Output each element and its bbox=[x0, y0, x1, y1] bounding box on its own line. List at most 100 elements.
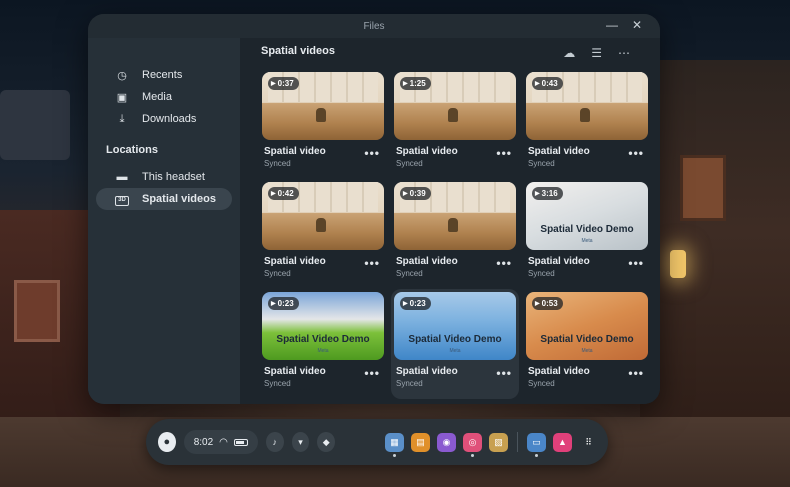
video-thumbnail: ▶ 0:53 Spatial Video Demo Meta bbox=[526, 292, 648, 360]
play-icon: ▶ bbox=[535, 301, 540, 307]
more-options-button[interactable]: ••• bbox=[496, 256, 512, 270]
taskbar: ● 8:02 ◠ ♪ ▾ ◆ ▦ ▤ ◉ ◎ ▧ ▭ ▲ ⠿ bbox=[146, 419, 608, 465]
play-icon: ▶ bbox=[403, 81, 408, 87]
video-card[interactable]: ▶ 0:37 Spatial video Synced ••• bbox=[262, 72, 384, 176]
thumbnail-overlay-brand: Meta bbox=[449, 348, 461, 354]
duration-badge: ▶ 0:43 bbox=[532, 77, 563, 90]
people-app-icon[interactable]: ◉ bbox=[437, 432, 457, 452]
camera-app-icon[interactable]: ◎ bbox=[463, 432, 483, 457]
thumbnail-overlay-brand: Meta bbox=[581, 238, 593, 244]
video-thumbnail: ▶ 0:23 Spatial Video Demo Meta bbox=[394, 292, 516, 360]
duration-badge: ▶ 1:25 bbox=[400, 77, 431, 90]
files-app-icon[interactable]: ▭ bbox=[527, 432, 547, 457]
video-status: Synced bbox=[396, 379, 423, 388]
duration-badge: ▶ 0:53 bbox=[532, 297, 563, 310]
video-title: Spatial video bbox=[396, 256, 458, 267]
video-title: Spatial video bbox=[396, 146, 458, 157]
sidebar-item-label: This headset bbox=[142, 171, 205, 183]
sidebar: ◷ Recents ▣ Media ⤓ Downloads Locations … bbox=[88, 38, 240, 404]
sidebar-item-recents[interactable]: ◷ Recents bbox=[96, 64, 232, 86]
thumbnail-overlay-title: Spatial Video Demo bbox=[408, 334, 502, 345]
minimize-icon[interactable]: — bbox=[606, 19, 618, 31]
video-thumbnail: ▶ 0:39 bbox=[394, 182, 516, 250]
sidebar-item-spatial-videos[interactable]: 3D Spatial videos bbox=[96, 188, 232, 210]
video-thumbnail: ▶ 0:23 Spatial Video Demo Meta bbox=[262, 292, 384, 360]
more-options-button[interactable]: ••• bbox=[364, 146, 380, 160]
video-card[interactable]: ▶ 0:53 Spatial Video Demo Meta Spatial vi… bbox=[526, 292, 648, 396]
close-icon[interactable]: ✕ bbox=[632, 19, 642, 31]
more-options-button[interactable]: ••• bbox=[364, 366, 380, 380]
sidebar-item-label: Spatial videos bbox=[142, 193, 216, 205]
play-icon: ▶ bbox=[403, 301, 408, 307]
sidebar-item-this-headset[interactable]: ▬ This headset bbox=[96, 166, 232, 188]
controller-icon[interactable]: ◆ bbox=[317, 432, 336, 452]
more-options-button[interactable]: ••• bbox=[628, 256, 644, 270]
video-title: Spatial video bbox=[528, 366, 590, 377]
photo-app-icon[interactable]: ▧ bbox=[489, 432, 509, 452]
shop-app-icon[interactable]: ▤ bbox=[411, 432, 431, 452]
locations-heading: Locations bbox=[106, 144, 158, 156]
sidebar-item-label: Media bbox=[142, 91, 172, 103]
title-bar[interactable]: Files — ✕ bbox=[88, 14, 660, 38]
video-thumbnail: ▶ 0:43 bbox=[526, 72, 648, 140]
background-tower bbox=[0, 90, 70, 160]
filter-icon[interactable]: ☰ bbox=[591, 46, 602, 60]
download-icon: ⤓ bbox=[119, 112, 125, 125]
share-icon[interactable]: ▾ bbox=[291, 432, 310, 452]
main-content: Spatial videos ☁ ☰ ⋯ ▶ 0:37 Spatial video… bbox=[240, 38, 660, 404]
files-window: Files — ✕ ◷ Recents ▣ Media ⤓ Downloads … bbox=[88, 14, 660, 404]
play-icon: ▶ bbox=[271, 191, 276, 197]
thumbnail-overlay-brand: Meta bbox=[581, 348, 593, 354]
video-title: Spatial video bbox=[396, 366, 458, 377]
duration-badge: ▶ 0:37 bbox=[268, 77, 299, 90]
duration-badge: ▶ 0:23 bbox=[268, 297, 299, 310]
video-title: Spatial video bbox=[528, 256, 590, 267]
more-options-button[interactable]: ••• bbox=[628, 366, 644, 380]
sidebar-item-downloads[interactable]: ⤓ Downloads bbox=[96, 108, 232, 130]
video-card[interactable]: ▶ 0:42 Spatial video Synced ••• bbox=[262, 182, 384, 286]
thumbnail-overlay-title: Spatial Video Demo bbox=[540, 334, 634, 345]
video-thumbnail: ▶ 0:42 bbox=[262, 182, 384, 250]
video-card[interactable]: ▶ 0:23 Spatial Video Demo Meta Spatial vi… bbox=[262, 292, 384, 396]
notifications-icon[interactable]: ♪ bbox=[265, 432, 284, 452]
video-status: Synced bbox=[396, 269, 423, 278]
battery-icon bbox=[233, 438, 248, 446]
window-title: Files bbox=[363, 20, 385, 32]
video-thumbnail: ▶ 3:16 Spatial Video Demo Meta bbox=[526, 182, 648, 250]
more-options-button[interactable]: ••• bbox=[496, 146, 512, 160]
more-options-button[interactable]: ••• bbox=[364, 256, 380, 270]
play-icon: ▶ bbox=[403, 191, 408, 197]
video-thumbnail: ▶ 0:37 bbox=[262, 72, 384, 140]
wifi-icon: ◠ bbox=[219, 436, 228, 448]
video-card[interactable]: ▶ 0:39 Spatial video Synced ••• bbox=[394, 182, 516, 286]
video-title: Spatial video bbox=[528, 146, 590, 157]
video-card[interactable]: ▶ 0:43 Spatial video Synced ••• bbox=[526, 72, 648, 176]
video-card[interactable]: ▶ 0:23 Spatial Video Demo Meta Spatial vi… bbox=[391, 289, 519, 399]
video-card[interactable]: ▶ 1:25 Spatial video Synced ••• bbox=[394, 72, 516, 176]
sidebar-item-label: Recents bbox=[142, 69, 183, 81]
spatial-video-icon: 3D bbox=[114, 192, 130, 206]
store-app-icon[interactable]: ▦ bbox=[385, 432, 405, 457]
more-options-icon[interactable]: ⋯ bbox=[618, 46, 630, 60]
games-app-icon[interactable]: ▲ bbox=[553, 432, 573, 452]
video-status: Synced bbox=[528, 379, 555, 388]
clock-icon: ◷ bbox=[117, 69, 127, 82]
dock-separator bbox=[517, 432, 519, 452]
avatar[interactable]: ● bbox=[158, 432, 176, 452]
video-status: Synced bbox=[264, 159, 291, 168]
play-icon: ▶ bbox=[271, 81, 276, 87]
video-status: Synced bbox=[264, 269, 291, 278]
clock-time: 8:02 bbox=[193, 436, 214, 448]
status-pill[interactable]: 8:02 ◠ bbox=[183, 430, 258, 454]
play-icon: ▶ bbox=[271, 301, 276, 307]
video-status: Synced bbox=[396, 159, 423, 168]
more-options-button[interactable]: ••• bbox=[628, 146, 644, 160]
duration-badge: ▶ 0:42 bbox=[268, 187, 299, 200]
video-card[interactable]: ▶ 3:16 Spatial Video Demo Meta Spatial vi… bbox=[526, 182, 648, 286]
more-options-button[interactable]: ••• bbox=[496, 366, 512, 380]
sidebar-item-media[interactable]: ▣ Media bbox=[96, 86, 232, 108]
cloud-icon[interactable]: ☁ bbox=[563, 46, 575, 60]
page-title: Spatial videos bbox=[261, 45, 335, 57]
app-library-icon[interactable]: ⠿ bbox=[579, 433, 598, 452]
video-status: Synced bbox=[264, 379, 291, 388]
